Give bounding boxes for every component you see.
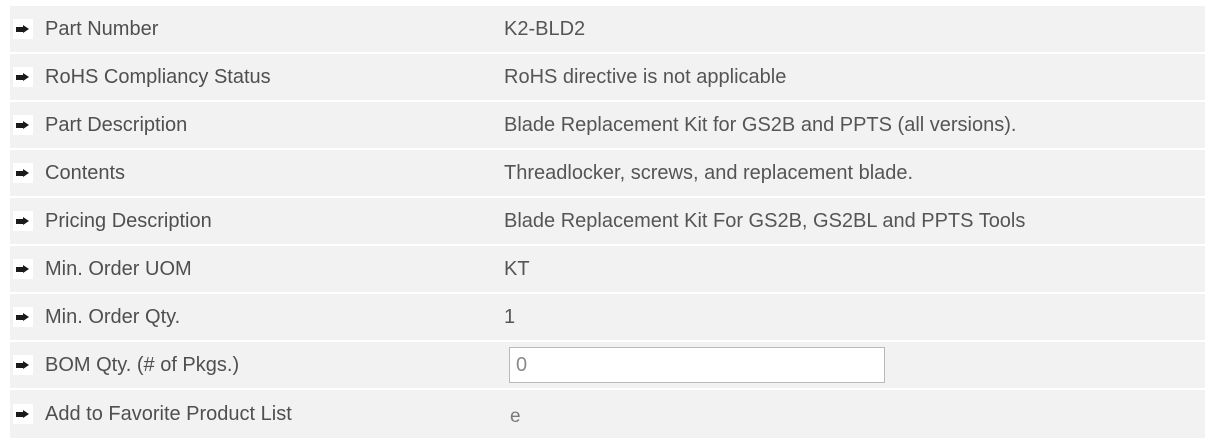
spec-label: Min. Order Qty. <box>45 305 181 328</box>
arrow-bullet-icon <box>13 404 33 424</box>
spec-row-contents: Contents Threadlocker, screws, and repla… <box>10 150 1205 196</box>
spec-value: RoHS directive is not applicable <box>504 65 787 88</box>
spec-row-pricing-description: Pricing Description Blade Replacement Ki… <box>10 198 1205 244</box>
spec-value: K2-BLD2 <box>504 17 586 40</box>
spec-row-min-order-uom: Min. Order UOM KT <box>10 246 1205 292</box>
spec-label-cell: BOM Qty. (# of Pkgs.) <box>10 342 497 388</box>
spec-label: RoHS Compliancy Status <box>45 65 271 88</box>
spec-row-part-description: Part Description Blade Replacement Kit f… <box>10 102 1205 148</box>
arrow-bullet-icon <box>13 19 33 39</box>
spec-label: BOM Qty. (# of Pkgs.) <box>45 353 240 376</box>
spec-value: Blade Replacement Kit For GS2B, GS2BL an… <box>504 209 1026 232</box>
arrow-bullet-icon <box>13 355 33 375</box>
spec-label-cell: Min. Order UOM <box>10 246 497 292</box>
spec-label: Part Description <box>45 113 188 136</box>
spec-value: 1 <box>504 305 516 328</box>
spec-value: KT <box>504 257 530 280</box>
spec-value: Threadlocker, screws, and replacement bl… <box>504 161 914 184</box>
spec-label: Part Number <box>45 17 159 40</box>
spec-label-cell: Part Description <box>10 102 497 148</box>
arrow-bullet-icon <box>13 67 33 87</box>
bom-qty-input[interactable] <box>509 347 885 383</box>
add-favorite-toggle[interactable]: e <box>510 406 521 428</box>
spec-label: Min. Order UOM <box>45 257 192 280</box>
arrow-bullet-icon <box>13 211 33 231</box>
arrow-bullet-icon <box>13 307 33 327</box>
spec-row-part-number: Part Number K2-BLD2 <box>10 6 1205 52</box>
spec-row-min-order-qty: Min. Order Qty. 1 <box>10 294 1205 340</box>
spec-label: Contents <box>45 161 126 184</box>
spec-label-cell: RoHS Compliancy Status <box>10 54 497 100</box>
spec-label-cell: Min. Order Qty. <box>10 294 497 340</box>
spec-label-cell: Part Number <box>10 6 497 52</box>
spec-row-bom-qty: BOM Qty. (# of Pkgs.) <box>10 342 1205 388</box>
arrow-bullet-icon <box>13 115 33 135</box>
product-spec-table: Part Number K2-BLD2 RoHS Compliancy Stat… <box>10 6 1205 440</box>
spec-label-cell: Contents <box>10 150 497 196</box>
spec-value: Blade Replacement Kit for GS2B and PPTS … <box>504 113 1017 136</box>
spec-label-cell: Pricing Description <box>10 198 497 244</box>
arrow-bullet-icon <box>13 163 33 183</box>
spec-label: Pricing Description <box>45 209 212 232</box>
arrow-bullet-icon <box>13 259 33 279</box>
spec-value-cell <box>497 342 1205 388</box>
spec-row-rohs-status: RoHS Compliancy Status RoHS directive is… <box>10 54 1205 100</box>
spec-label: Add to Favorite Product List <box>45 402 292 425</box>
